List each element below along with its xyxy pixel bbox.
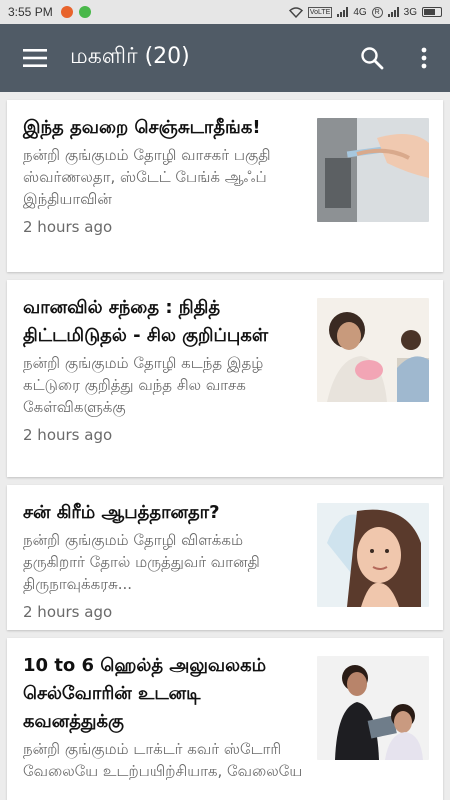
article-title: சன் கிரீம் ஆபத்தானதா?: [23, 502, 220, 523]
article-title: 10 to 6 ஹெல்த் அலுவலகம் செல்வோரின் உடனடி…: [23, 655, 267, 732]
more-vert-icon: [421, 47, 427, 69]
app-bar: மகளிர் (20): [0, 24, 450, 92]
app-notification-icon: [60, 6, 73, 18]
volte-badge: VoLTE: [307, 6, 333, 18]
app-notification-icon-2: [78, 6, 91, 18]
roaming-icon: R: [371, 6, 383, 18]
article-card[interactable]: சன் கிரீம் ஆபத்தானதா? நன்றி குங்குமம் தோ…: [7, 485, 443, 630]
article-title: வானவில் சந்தை : நிதித் திட்டமிடுதல் - சி…: [23, 297, 269, 346]
hamburger-menu-icon: [23, 49, 47, 67]
battery-icon: [422, 7, 442, 17]
article-summary: நன்றி குங்குமம் தோழி வாசகர் பகுதி ஸ்வர்ண…: [23, 146, 271, 208]
article-summary: நன்றி குங்குமம் டாக்டர் கவர் ஸ்டோரி வேலை…: [23, 740, 303, 780]
search-icon: [361, 47, 384, 70]
article-thumbnail: [317, 656, 429, 760]
article-time: 2 hours ago: [23, 426, 113, 444]
article-thumbnail: [317, 118, 429, 222]
status-bar: 3:55 PM VoLTE 4G R 3G: [0, 0, 450, 24]
article-thumbnail: [317, 298, 429, 402]
article-card[interactable]: 10 to 6 ஹெல்த் அலுவலகம் செல்வோரின் உடனடி…: [7, 638, 443, 800]
article-time: 2 hours ago: [23, 603, 113, 621]
network-type-2: 3G: [403, 6, 417, 18]
search-button[interactable]: [346, 24, 398, 92]
wifi-icon: [288, 6, 303, 18]
article-time: 2 hours ago: [23, 218, 113, 236]
article-summary: நன்றி குங்குமம் தோழி விளக்கம் தருகிறார் …: [23, 531, 260, 593]
article-card[interactable]: வானவில் சந்தை : நிதித் திட்டமிடுதல் - சி…: [7, 280, 443, 477]
article-list[interactable]: இந்த தவறை செஞ்சுடாதீங்க! நன்றி குங்குமம்…: [0, 92, 450, 800]
article-thumbnail: [317, 503, 429, 607]
menu-button[interactable]: [0, 24, 70, 92]
signal-icon-2: [387, 7, 399, 17]
network-type-1: 4G: [353, 6, 367, 18]
page-title: மகளிர் (20): [70, 44, 190, 69]
article-summary: நன்றி குங்குமம் தோழி கடந்த இதழ் கட்டுரை …: [23, 354, 264, 416]
status-time: 3:55 PM: [8, 5, 53, 19]
signal-icon: [337, 7, 349, 17]
status-indicators: VoLTE 4G R 3G: [288, 6, 442, 18]
article-card[interactable]: இந்த தவறை செஞ்சுடாதீங்க! நன்றி குங்குமம்…: [7, 100, 443, 272]
overflow-menu-button[interactable]: [398, 24, 450, 92]
article-title: இந்த தவறை செஞ்சுடாதீங்க!: [23, 117, 261, 138]
